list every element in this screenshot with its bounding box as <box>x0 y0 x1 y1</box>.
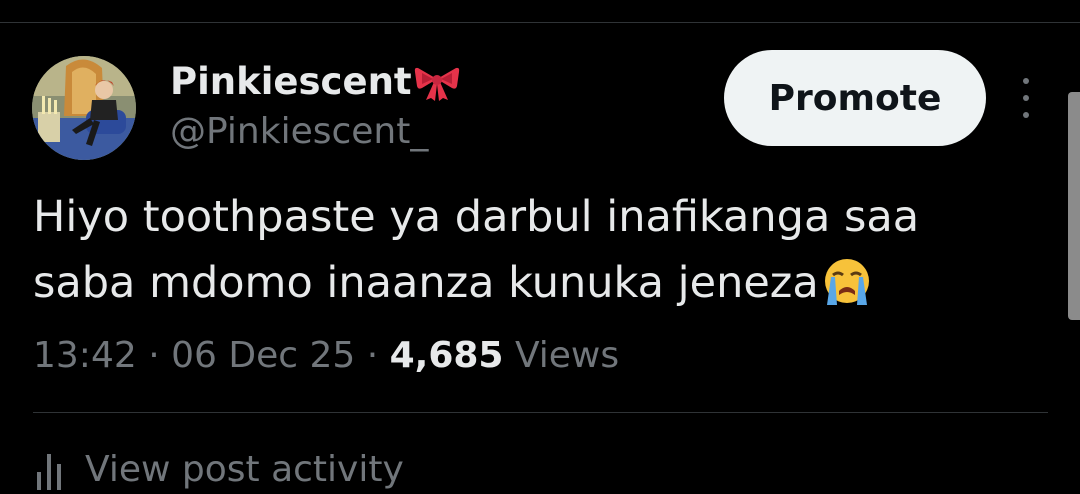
post-text-line: Hiyo toothpaste ya darbul inafikanga saa <box>33 192 920 242</box>
author-name-text: Pinkiescent <box>170 60 412 103</box>
loudly-crying-face-icon <box>824 259 869 305</box>
scrollbar[interactable] <box>1068 92 1080 320</box>
meta-separator: · <box>355 335 390 376</box>
post-text-line-with-emoji: saba mdomo inaanza kunuka jeneza <box>33 250 1033 316</box>
views-label: Views <box>514 335 620 376</box>
avatar-image <box>32 56 136 160</box>
post-time[interactable]: 13:42 <box>33 335 137 376</box>
bar-chart-icon <box>37 454 61 490</box>
bottom-divider <box>33 412 1048 413</box>
bow-icon <box>414 67 459 101</box>
top-divider <box>0 22 1080 23</box>
post-text: Hiyo toothpaste ya darbul inafikanga saa… <box>33 184 1033 316</box>
author-handle[interactable]: @Pinkiescent_ <box>170 108 428 156</box>
meta-separator: · <box>136 335 172 376</box>
view-post-activity-label: View post activity <box>85 449 404 490</box>
more-vertical-icon[interactable] <box>1012 78 1040 118</box>
avatar[interactable] <box>32 56 136 160</box>
post-text-line: saba mdomo inaanza kunuka jeneza <box>33 258 819 308</box>
more-dot <box>1023 95 1029 101</box>
views-count: 4,685 <box>389 335 504 376</box>
promote-button[interactable]: Promote <box>724 50 986 146</box>
view-post-activity-link[interactable]: View post activity <box>33 446 404 494</box>
post-meta: 13:42 · 06 Dec 25 · 4,685 Views <box>33 330 619 382</box>
more-dot <box>1023 112 1029 118</box>
more-dot <box>1023 78 1029 84</box>
post-date[interactable]: 06 Dec 25 <box>171 335 355 376</box>
author-display-name[interactable]: Pinkiescent <box>170 58 460 106</box>
